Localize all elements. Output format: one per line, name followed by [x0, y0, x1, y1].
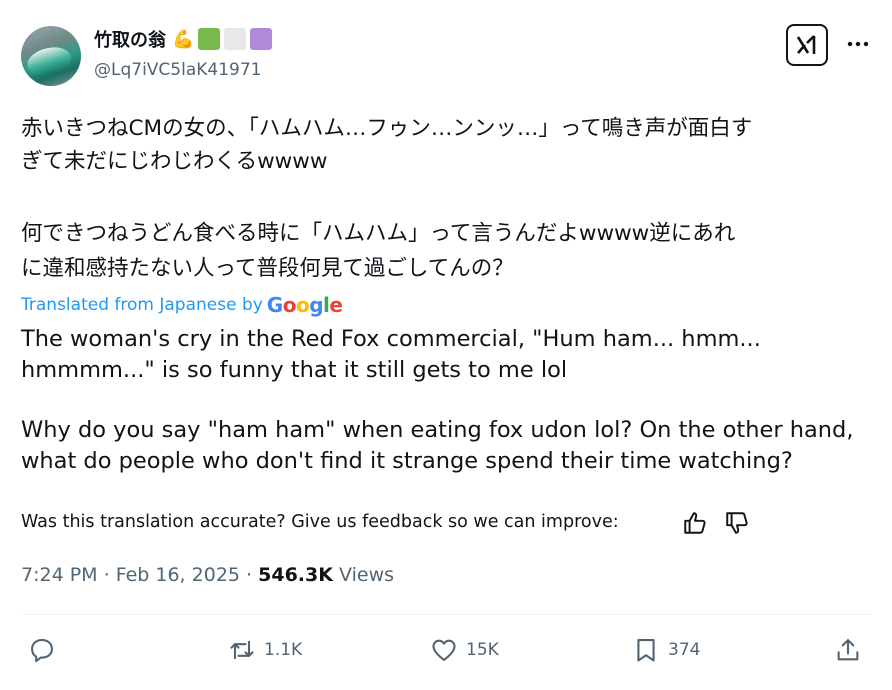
bookmark-count: 374	[668, 640, 701, 660]
tweet-original-line: 何できつねうどん食べる時に「ハムハム」って言うんだよwwww逆にあれ	[21, 221, 736, 246]
tweet-original-line: ぎて未だにじわじわくるwwww	[21, 149, 328, 174]
translation-attribution: Translated from Japanese by Google	[21, 293, 343, 317]
tweet-meta: 7:24 PM · Feb 16, 2025 · 546.3K Views	[21, 564, 394, 586]
meta-separator: ·	[103, 564, 116, 586]
share-button[interactable]	[834, 636, 862, 664]
retweet-button[interactable]: 1.1K	[228, 636, 302, 664]
more-icon	[847, 41, 869, 47]
tweet-date[interactable]: Feb 16, 2025	[116, 564, 240, 586]
grok-icon	[796, 35, 816, 54]
bookmark-icon	[637, 639, 655, 662]
translation-feedback-prompt: Was this translation accurate? Give us f…	[21, 512, 619, 532]
avatar-image	[24, 41, 74, 81]
more-options-button[interactable]	[844, 30, 872, 58]
author-name-text: 竹取の翁	[94, 30, 166, 51]
translation-line: The woman's cry in the Red Fox commercia…	[21, 326, 761, 352]
thumbs-up-button[interactable]	[682, 510, 708, 536]
avatar[interactable]	[21, 26, 81, 86]
grok-button[interactable]	[786, 24, 828, 66]
views-count: 546.3K	[258, 564, 333, 586]
thumbs-up-icon	[684, 512, 706, 534]
divider	[21, 614, 871, 615]
retweet-count: 1.1K	[264, 640, 303, 660]
thumbs-down-button[interactable]	[724, 510, 750, 536]
purple-square-emoji	[250, 28, 273, 50]
meta-separator: ·	[246, 564, 259, 586]
share-icon	[837, 639, 859, 661]
tweet-original-line: に違和感持たない人って普段何見て過ごしてんの？	[21, 256, 514, 281]
views-label: Views	[339, 564, 395, 586]
thumbs-down-icon	[726, 512, 748, 534]
reply-button[interactable]	[28, 636, 56, 664]
reply-icon	[31, 639, 53, 663]
white-square-emoji	[224, 28, 247, 50]
author-handle[interactable]: @Lq7iVC5laK41971	[94, 60, 262, 80]
translation-line: what do people who don't find it strange…	[21, 448, 793, 474]
translated-from-label: Translated from Japanese by	[21, 295, 263, 315]
like-count: 15K	[466, 640, 499, 660]
translation-line: hmmmm..." is so funny that it still gets…	[21, 357, 568, 383]
author-display-name[interactable]: 竹取の翁 💪	[94, 26, 273, 52]
retweet-icon	[230, 640, 254, 660]
like-button[interactable]: 15K	[430, 636, 499, 664]
tweet-time[interactable]: 7:24 PM	[21, 564, 98, 586]
flexed-biceps-emoji: 💪	[172, 28, 195, 50]
translation-line: Why do you say "ham ham" when eating fox…	[21, 417, 854, 443]
bookmark-button[interactable]: 374	[632, 636, 700, 664]
heart-icon	[432, 639, 456, 661]
green-square-emoji	[198, 28, 221, 50]
google-logo: Google	[266, 293, 343, 317]
